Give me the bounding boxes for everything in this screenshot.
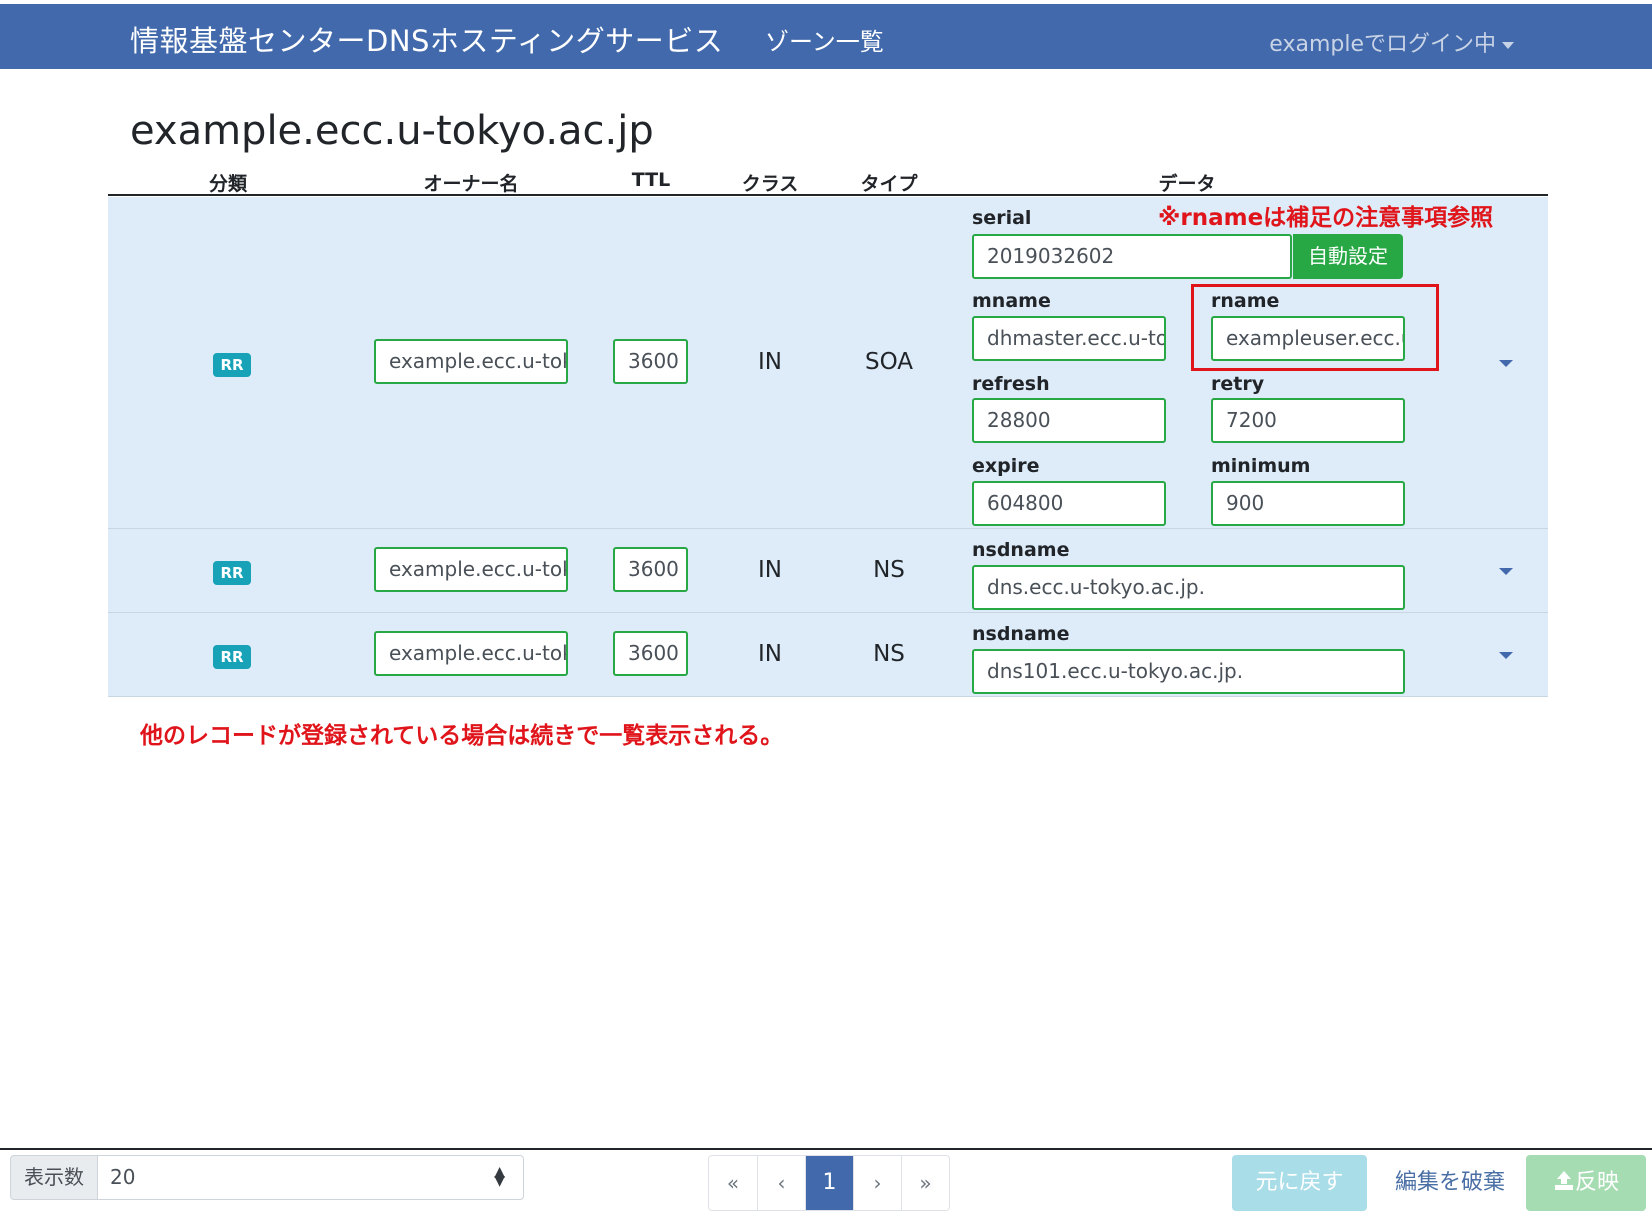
mname-label: mname [972, 290, 1051, 312]
type-value: NS [873, 557, 905, 583]
rr-badge: RR [213, 353, 251, 377]
type-value: SOA [864, 349, 914, 375]
owner-input[interactable]: example.ecc.u-tok [374, 631, 568, 676]
upload-icon [1554, 1171, 1573, 1190]
minimum-label: minimum [1211, 455, 1311, 477]
class-value: IN [758, 557, 782, 583]
class-value: IN [758, 641, 782, 667]
header-class: クラス [741, 173, 799, 195]
caret-down-icon [1502, 41, 1514, 49]
top-navbar: 情報基盤センターDNSホスティングサービス ゾーン一覧 exampleでログイン… [0, 4, 1652, 69]
page-1-button[interactable]: 1 [805, 1156, 853, 1210]
owner-input[interactable]: example.ecc.u-tok [374, 547, 568, 592]
class-value: IN [758, 349, 782, 375]
page-first-button[interactable]: « [709, 1156, 757, 1210]
rname-note-annotation: ※rnameは補足の注意事項参照 [1158, 205, 1494, 231]
sort-updown-icon: ▲ ▼ [494, 1164, 505, 1189]
per-page-value: 20 [110, 1165, 136, 1189]
per-page-select[interactable]: 20 ▲ ▼ [97, 1155, 524, 1200]
nsdname-input[interactable]: dns.ecc.u-tokyo.ac.jp. [972, 565, 1405, 610]
retry-label: retry [1211, 373, 1265, 395]
rname-highlight-box [1191, 284, 1439, 371]
discard-edits-button[interactable]: 編集を破棄 [1385, 1155, 1515, 1211]
auto-serial-button[interactable]: 自動設定 [1293, 234, 1403, 279]
footer-bar: 表示数 20 ▲ ▼ « ‹ 1 › » 元に戻す 編集を破棄 反映 [0, 1148, 1652, 1217]
refresh-input[interactable]: 28800 [972, 398, 1166, 443]
retry-input[interactable]: 7200 [1211, 398, 1405, 443]
user-menu-dropdown[interactable]: exampleでログイン中 [1269, 26, 1514, 58]
owner-input[interactable]: example.ecc.u-tok [374, 339, 568, 384]
type-value: NS [873, 641, 905, 667]
expire-input[interactable]: 604800 [972, 481, 1166, 526]
row-menu-dropdown-icon[interactable] [1499, 652, 1513, 659]
page-next-button[interactable]: › [853, 1156, 901, 1210]
header-owner: オーナー名 [423, 173, 519, 195]
page-prev-button[interactable]: ‹ [757, 1156, 805, 1210]
ttl-input[interactable]: 3600 [613, 631, 688, 676]
user-menu-label: exampleでログイン中 [1269, 32, 1496, 57]
apply-button[interactable]: 反映 [1526, 1155, 1646, 1211]
header-data: データ [1158, 173, 1216, 195]
minimum-input[interactable]: 900 [1211, 481, 1405, 526]
nsdname-label: nsdname [972, 623, 1070, 645]
row-menu-dropdown-icon[interactable] [1499, 360, 1513, 367]
ttl-input[interactable]: 3600 [613, 547, 688, 592]
row-menu-dropdown-icon[interactable] [1499, 568, 1513, 575]
table-row-ns-2: RR example.ecc.u-tok 3600 IN NS nsdname … [108, 613, 1548, 697]
serial-input[interactable]: 2019032602 [972, 234, 1292, 279]
apply-button-label: 反映 [1574, 1170, 1619, 1195]
page-last-button[interactable]: » [901, 1156, 949, 1210]
rr-badge: RR [213, 561, 251, 585]
expire-label: expire [972, 455, 1040, 477]
zone-list-link[interactable]: ゾーン一覧 [765, 22, 884, 57]
per-page-label: 表示数 [10, 1155, 98, 1200]
revert-button[interactable]: 元に戻す [1232, 1155, 1367, 1211]
header-ttl: TTL [631, 169, 671, 191]
nsdname-label: nsdname [972, 539, 1070, 561]
refresh-label: refresh [972, 373, 1050, 395]
rr-badge: RR [213, 645, 251, 669]
more-records-annotation: 他のレコードが登録されている場合は続きで一覧表示される。 [140, 723, 784, 749]
zone-title: example.ecc.u-tokyo.ac.jp [130, 108, 654, 154]
mname-input[interactable]: dhmaster.ecc.u-to [972, 316, 1166, 361]
table-header: 分類 オーナー名 TTL クラス タイプ データ [108, 166, 1548, 196]
ttl-input[interactable]: 3600 [613, 339, 688, 384]
brand-title[interactable]: 情報基盤センターDNSホスティングサービス [130, 18, 723, 60]
header-category: 分類 [208, 173, 248, 195]
table-row-ns-1: RR example.ecc.u-tok 3600 IN NS nsdname … [108, 529, 1548, 613]
nsdname-input[interactable]: dns101.ecc.u-tokyo.ac.jp. [972, 649, 1405, 694]
header-type: タイプ [860, 173, 918, 195]
serial-label: serial [972, 207, 1032, 229]
pagination: « ‹ 1 › » [708, 1155, 950, 1211]
